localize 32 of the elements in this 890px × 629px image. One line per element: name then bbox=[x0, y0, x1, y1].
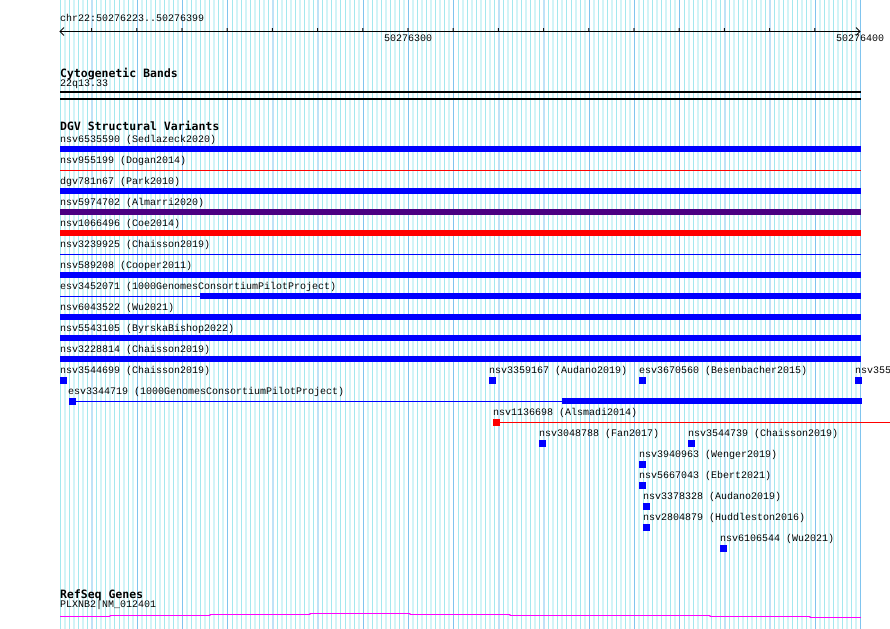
variant-label: nsv1136698 (Alsmadi2014) bbox=[493, 408, 638, 419]
variant-label: nsv3239925 (Chaisson2019) bbox=[60, 240, 210, 251]
variant-label: nsv3228814 (Chaisson2019) bbox=[60, 345, 210, 356]
variant-label: nsv3544739 (Chaisson2019) bbox=[688, 429, 838, 440]
tick-label: 50276400 bbox=[836, 34, 884, 46]
variant-label: nsv5667043 (Ebert2021) bbox=[639, 471, 772, 482]
variant-label: esv3344719 (1000GenomesConsortiumPilotProject) bbox=[68, 387, 344, 398]
variant-label: nsv955199 (Dogan2014) bbox=[60, 156, 186, 167]
band-label: 22q13.33 bbox=[60, 79, 108, 90]
variant-label: nsv2804879 (Huddleston2016) bbox=[643, 513, 806, 524]
variant-label: nsv6535590 (Sedlazeck2020) bbox=[60, 135, 216, 146]
track-title: RefSeq Genes bbox=[60, 587, 144, 601]
variant-label: nsv3359167 (Audano2019) bbox=[489, 366, 628, 377]
location-label: chr22:50276223..50276399 bbox=[60, 14, 204, 26]
variant-label: nsv3940963 (Wenger2019) bbox=[639, 450, 778, 461]
variant-label: nsv3378328 (Audano2019) bbox=[643, 492, 782, 503]
variant-label: nsv5974702 (Almarri2020) bbox=[60, 198, 204, 209]
variant-label: nsv3544699 (Chaisson2019) bbox=[60, 366, 210, 377]
variant-label: nsv1066496 (Coe2014) bbox=[60, 219, 180, 230]
variant-label: nsv355 bbox=[855, 366, 890, 377]
variant-label: nsv6106544 (Wu2021) bbox=[720, 534, 834, 545]
variant-label: nsv6043522 (Wu2021) bbox=[60, 303, 174, 314]
track-title: Cytogenetic Bands bbox=[60, 66, 178, 80]
tick-label: 50276300 bbox=[384, 34, 432, 46]
track-title: DGV Structural Variants bbox=[60, 119, 220, 133]
gene-label: PLXNB2|NM_012401 bbox=[60, 600, 156, 611]
variant-label: nsv5543105 (ByrskaBishop2022) bbox=[60, 324, 234, 335]
variant-label: esv3670560 (Besenbacher2015) bbox=[639, 366, 808, 377]
variant-label: dgv781n67 (Park2010) bbox=[60, 177, 180, 188]
variant-label: esv3452071 (1000GenomesConsortiumPilotProject) bbox=[60, 282, 336, 293]
variant-label: nsv3048788 (Fan2017) bbox=[539, 429, 660, 440]
variant-label: nsv589208 (Cooper2011) bbox=[60, 261, 192, 272]
